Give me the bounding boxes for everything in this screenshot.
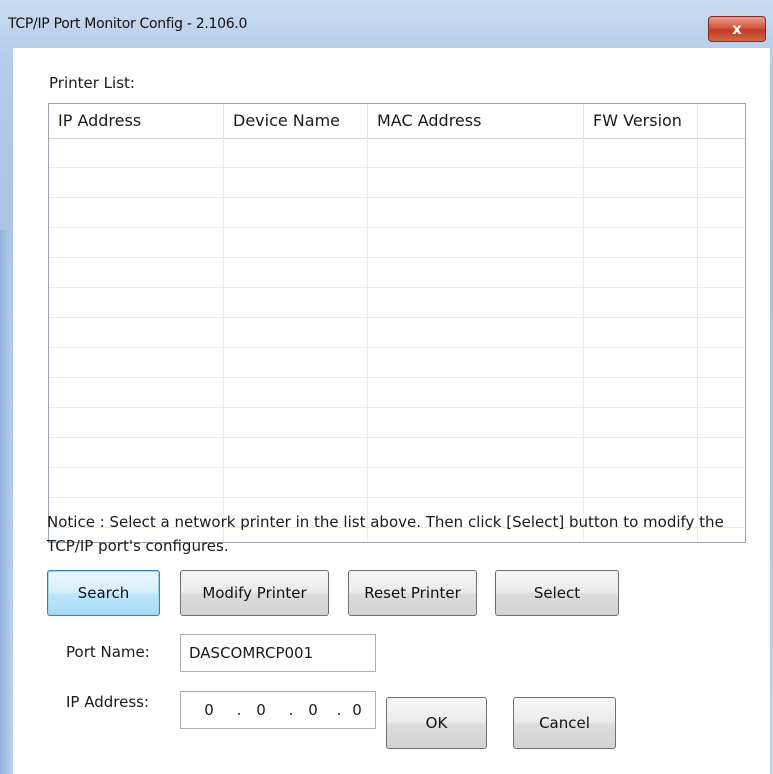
table-row[interactable] bbox=[49, 288, 745, 318]
table-row[interactable] bbox=[49, 378, 745, 408]
ip-octet-3[interactable]: 0 bbox=[303, 692, 323, 728]
select-button[interactable]: Select bbox=[495, 570, 619, 616]
ip-octet-1[interactable]: 0 bbox=[199, 692, 219, 728]
modify-printer-button[interactable]: Modify Printer bbox=[180, 570, 329, 616]
printer-list-header: IP Address Device Name MAC Address FW Ve… bbox=[49, 104, 745, 139]
column-header-device-name[interactable]: Device Name bbox=[224, 104, 368, 138]
table-row[interactable] bbox=[49, 468, 745, 498]
table-row[interactable] bbox=[49, 258, 745, 288]
ip-octet-2[interactable]: 0 bbox=[251, 692, 271, 728]
reset-printer-button[interactable]: Reset Printer bbox=[348, 570, 477, 616]
close-icon: x bbox=[732, 20, 742, 38]
ip-separator: . bbox=[236, 701, 242, 719]
title-bar[interactable]: TCP/IP Port Monitor Config - 2.106.0 x bbox=[0, 0, 773, 44]
printer-list-label: Printer List: bbox=[49, 74, 135, 92]
cancel-button[interactable]: Cancel bbox=[513, 697, 616, 749]
ip-separator: . bbox=[288, 701, 294, 719]
printer-list[interactable]: IP Address Device Name MAC Address FW Ve… bbox=[48, 103, 746, 543]
ip-address-input[interactable]: 0 . 0 . 0 . 0 bbox=[180, 691, 376, 729]
close-button[interactable]: x bbox=[708, 16, 766, 42]
dialog-client-area: Printer List: IP Address Device Name MAC… bbox=[13, 48, 770, 774]
ok-button[interactable]: OK bbox=[386, 697, 487, 749]
port-name-label: Port Name: bbox=[66, 643, 150, 661]
table-row[interactable] bbox=[49, 228, 745, 258]
table-row[interactable] bbox=[49, 138, 745, 168]
column-header-ip-address[interactable]: IP Address bbox=[49, 104, 224, 138]
ip-separator: . bbox=[336, 701, 342, 719]
search-button[interactable]: Search bbox=[47, 570, 160, 616]
notice-text: Notice : Select a network printer in the… bbox=[47, 513, 724, 555]
table-row[interactable] bbox=[49, 408, 745, 438]
table-row[interactable] bbox=[49, 348, 745, 378]
column-header-fw-version[interactable]: FW Version bbox=[584, 104, 698, 138]
window-frame-edge bbox=[0, 230, 11, 774]
port-name-input[interactable]: DASCOMRCP001 bbox=[180, 634, 376, 672]
table-row[interactable] bbox=[49, 168, 745, 198]
window-title: TCP/IP Port Monitor Config - 2.106.0 bbox=[8, 16, 248, 32]
ip-address-label: IP Address: bbox=[66, 693, 150, 711]
table-row[interactable] bbox=[49, 318, 745, 348]
table-row[interactable] bbox=[49, 198, 745, 228]
ip-octet-4[interactable]: 0 bbox=[347, 692, 367, 728]
table-row[interactable] bbox=[49, 438, 745, 468]
column-header-mac-address[interactable]: MAC Address bbox=[368, 104, 584, 138]
